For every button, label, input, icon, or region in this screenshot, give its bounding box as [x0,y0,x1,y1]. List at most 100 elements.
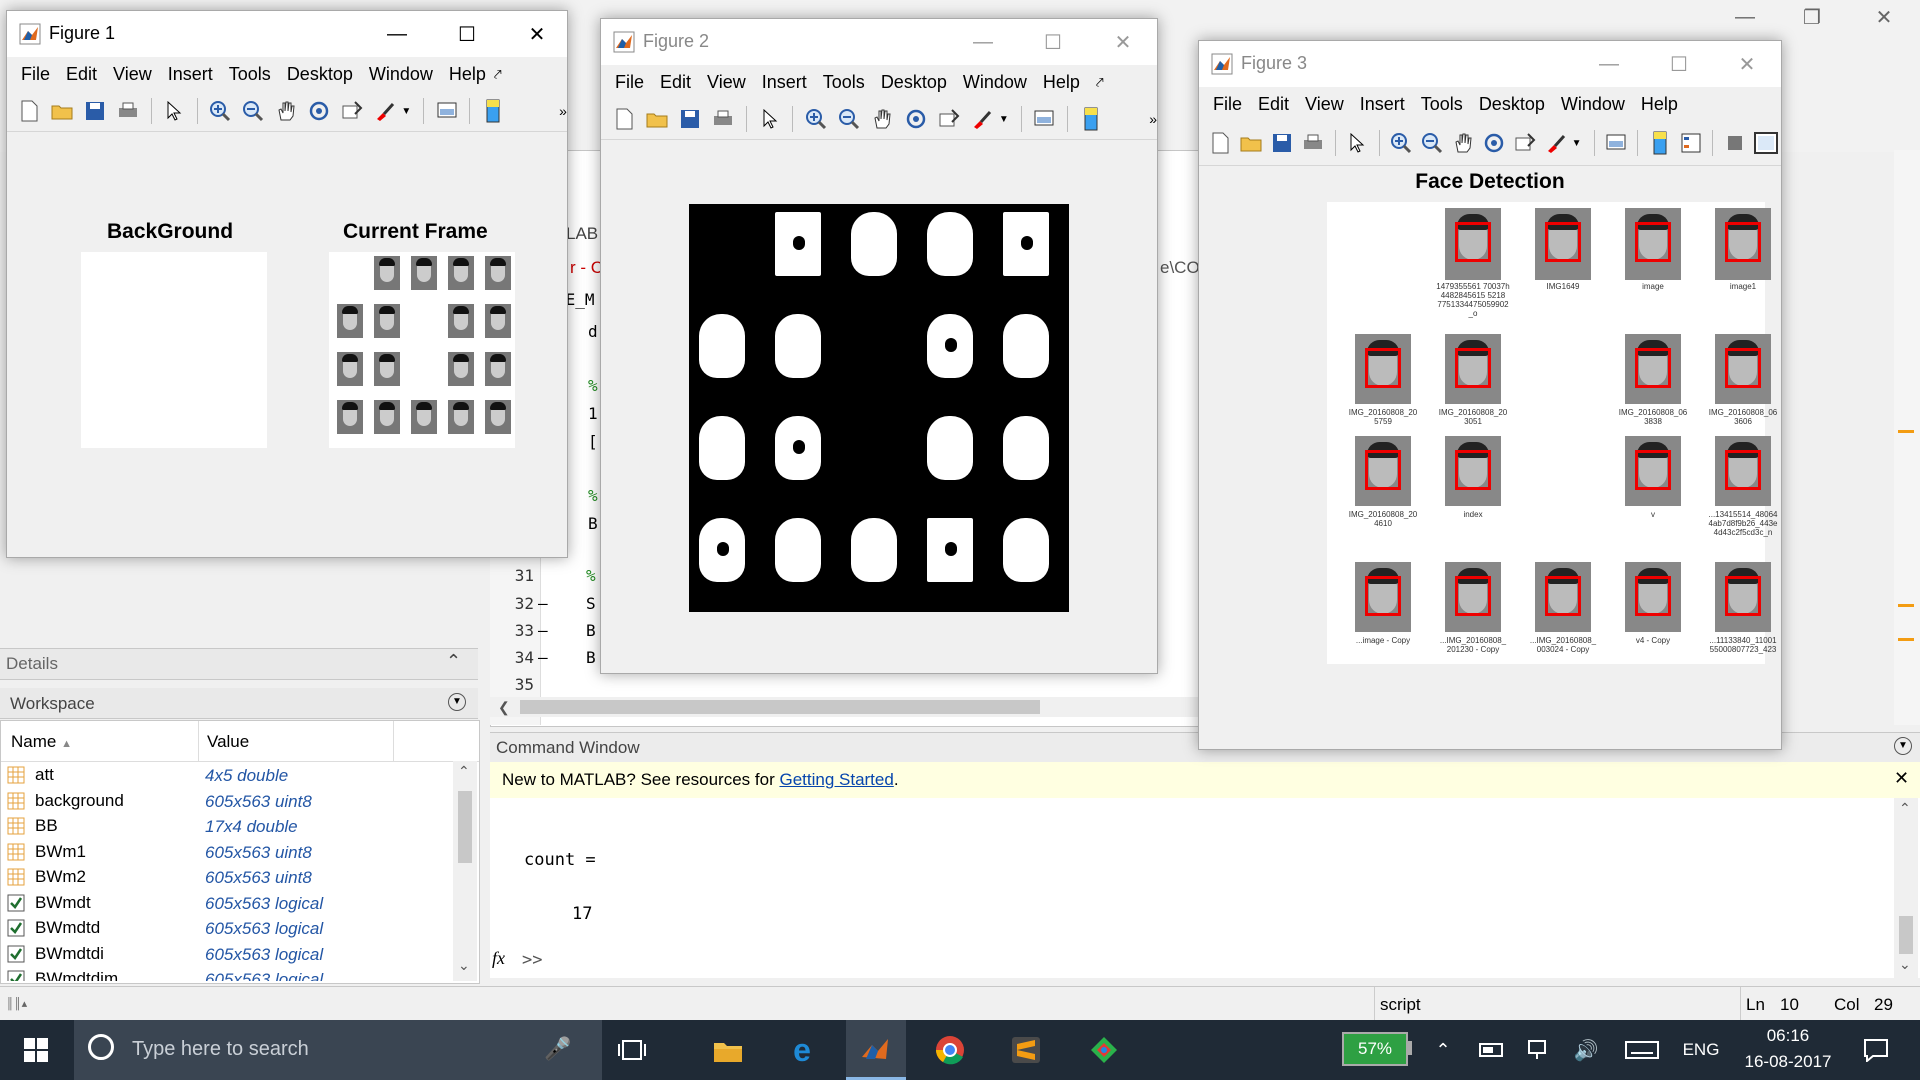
open-file-icon[interactable] [643,105,670,133]
editor-tab-fragment[interactable]: e\CO [1160,258,1200,278]
new-figure-icon[interactable] [16,97,43,125]
figure1-canvas[interactable]: BackGround Current Frame [7,131,567,557]
main-close-button[interactable]: ✕ [1856,0,1912,34]
main-minimize-button[interactable]: — [1717,0,1773,34]
dock-arrow-icon[interactable]: ⤤ [1096,74,1104,91]
data-cursor-icon[interactable] [339,97,366,125]
menu-view[interactable]: View [707,72,746,93]
menu-window[interactable]: Window [1561,94,1625,115]
save-icon[interactable] [82,97,109,125]
workspace-row[interactable]: BWmdtdi 605x563 logical [3,942,451,967]
menu-desktop[interactable]: Desktop [881,72,947,93]
clock-time[interactable]: 06:16 [1736,1026,1840,1046]
brush-dropdown-icon[interactable]: ▼ [999,114,1009,125]
toolbar-overflow-icon[interactable]: » [559,103,567,119]
new-figure-icon[interactable] [610,105,637,133]
pan-icon[interactable] [1451,129,1476,157]
file-explorer-icon[interactable] [700,1020,756,1080]
brush-dropdown-icon[interactable]: ▼ [401,106,411,117]
open-file-icon[interactable] [49,97,76,125]
brush-icon[interactable] [1544,129,1569,157]
command-vscrollbar[interactable]: ⌃ ⌄ [1894,798,1918,978]
minimize-button[interactable]: — [369,11,425,57]
workspace-row[interactable]: att 4x5 double [3,763,451,788]
scroll-down-icon[interactable]: ⌄ [458,957,470,974]
figure3-titlebar[interactable]: Figure 3 — ☐ ✕ [1199,41,1781,87]
menu-insert[interactable]: Insert [762,72,807,93]
command-window-output[interactable]: count = 17 fx >> ⌃ ⌄ [490,798,1920,978]
face-bounding-box[interactable] [1725,450,1761,490]
zoom-in-icon[interactable] [207,97,234,125]
binary-mask-image-axes[interactable] [689,204,1069,612]
menu-insert[interactable]: Insert [168,64,213,85]
warning-marker[interactable] [1898,638,1914,641]
scroll-up-icon[interactable]: ⌃ [1899,800,1911,817]
start-button[interactable] [10,1020,62,1080]
menu-tools[interactable]: Tools [1421,94,1463,115]
face-bounding-box[interactable] [1455,348,1491,388]
workspace-vscrollbar[interactable]: ⌃ ⌄ [453,761,477,981]
face-bounding-box[interactable] [1635,576,1671,616]
pointer-icon[interactable] [1345,129,1370,157]
network-icon[interactable] [1520,1020,1560,1080]
minimize-button[interactable]: — [1581,41,1637,87]
collapse-icon[interactable]: ⌃ [446,651,461,672]
workspace-row[interactable]: BWm1 605x563 uint8 [3,840,451,865]
face-bounding-box[interactable] [1635,450,1671,490]
pan-icon[interactable] [869,105,896,133]
volume-icon[interactable]: 🔊 [1566,1020,1606,1080]
colorbar-icon[interactable] [1077,105,1104,133]
link-plot-icon[interactable] [433,97,460,125]
menu-edit[interactable]: Edit [1258,94,1289,115]
maximize-button[interactable]: ☐ [439,11,495,57]
maximize-button[interactable]: ☐ [1025,19,1081,65]
details-header[interactable]: Details ⌃ [0,648,478,680]
show-plot-tools-icon[interactable] [1753,129,1778,157]
workspace-row[interactable]: BWmdtd 605x563 logical [3,916,451,941]
menu-view[interactable]: View [113,64,152,85]
face-detection-image-axes[interactable]: 1479355561 70037h 4482845615 5218 775133… [1327,202,1777,664]
chrome-browser-icon[interactable] [922,1020,978,1080]
menu-edit[interactable]: Edit [660,72,691,93]
figure3-canvas[interactable]: Face Detection 1479355561 70037h 4482845… [1199,165,1781,749]
scroll-down-icon[interactable]: ⌄ [1899,956,1911,973]
current-frame-image-axes[interactable] [329,252,515,448]
workspace-row[interactable]: BWmdt 605x563 logical [3,891,451,916]
command-prompt[interactable]: >> [522,950,542,970]
task-view-icon[interactable] [604,1020,660,1080]
face-bounding-box[interactable] [1455,450,1491,490]
colorbar-icon[interactable] [479,97,506,125]
print-icon[interactable] [710,105,737,133]
face-bounding-box[interactable] [1725,222,1761,262]
pan-icon[interactable] [273,97,300,125]
menu-desktop[interactable]: Desktop [1479,94,1545,115]
workspace-row[interactable]: BB 17x4 double [3,814,451,839]
rotate-icon[interactable] [902,105,929,133]
new-figure-icon[interactable] [1208,129,1233,157]
menu-help[interactable]: Help [1043,72,1080,93]
menu-file[interactable]: File [1213,94,1242,115]
zoom-in-icon[interactable] [802,105,829,133]
figure1-titlebar[interactable]: Figure 1 — ☐ ✕ [7,11,567,57]
link-plot-icon[interactable] [1031,105,1058,133]
brush-dropdown-icon[interactable]: ▼ [1572,138,1582,149]
clock-date[interactable]: 16-08-2017 [1736,1052,1840,1072]
figure3-window[interactable]: Figure 3 — ☐ ✕ File Edit View Insert Too… [1198,40,1782,750]
data-cursor-icon[interactable] [1513,129,1538,157]
workspace-row[interactable]: BWm2 605x563 uint8 [3,865,451,890]
colorbar-icon[interactable] [1647,129,1672,157]
menu-insert[interactable]: Insert [1360,94,1405,115]
menu-desktop[interactable]: Desktop [287,64,353,85]
face-bounding-box[interactable] [1725,576,1761,616]
face-bounding-box[interactable] [1545,222,1581,262]
warning-marker[interactable] [1898,430,1914,433]
face-bounding-box[interactable] [1455,222,1491,262]
menu-tools[interactable]: Tools [229,64,271,85]
close-button[interactable]: ✕ [1719,41,1775,87]
workspace-row[interactable]: BWmdtdim 605x563 logical [3,967,451,981]
maximize-button[interactable]: ☐ [1651,41,1707,87]
touch-keyboard-icon[interactable] [1620,1020,1664,1080]
function-browser-icon[interactable]: fx [492,948,505,969]
taskbar-search-box[interactable]: Type here to search 🎤 [74,1020,602,1080]
close-button[interactable]: ✕ [1095,19,1151,65]
